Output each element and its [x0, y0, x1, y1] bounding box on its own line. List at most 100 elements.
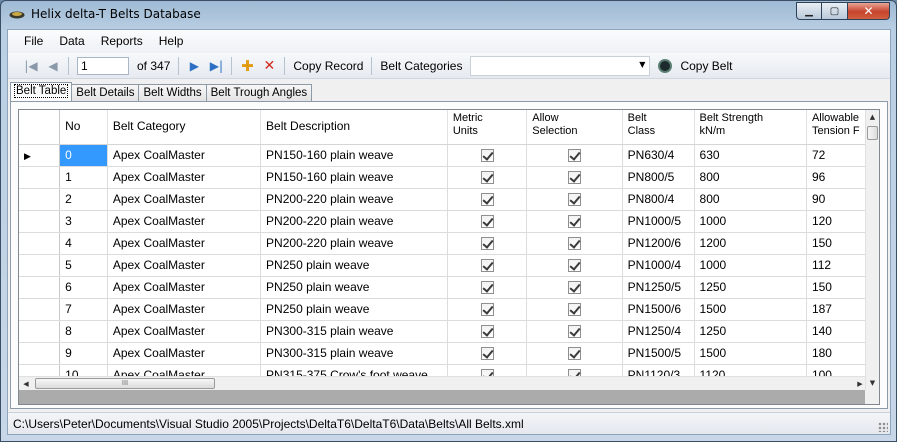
cell-description[interactable]: PN150-160 plain weave — [260, 166, 448, 189]
row-header[interactable] — [19, 342, 61, 365]
cell-strength[interactable]: 630 — [694, 144, 807, 167]
cell-metric[interactable] — [447, 232, 528, 255]
cell-tension[interactable]: 112 — [806, 254, 867, 277]
cell-description[interactable]: PN250 plain weave — [260, 254, 448, 277]
checkbox-allow[interactable] — [567, 347, 581, 361]
cell-class[interactable]: PN1250/5 — [622, 276, 695, 299]
row-header-corner[interactable] — [19, 110, 61, 145]
cell-description[interactable]: PN300-315 plain weave — [260, 342, 448, 365]
cell-strength[interactable]: 1250 — [694, 276, 807, 299]
cell-no[interactable]: 4 — [59, 232, 108, 255]
checkbox-allow[interactable] — [567, 259, 581, 273]
row-header[interactable] — [19, 320, 61, 343]
row-header[interactable] — [19, 298, 61, 321]
checkbox-metric[interactable] — [480, 149, 494, 163]
cell-strength[interactable]: 1500 — [694, 298, 807, 321]
vertical-scroll-thumb[interactable] — [867, 126, 878, 140]
cell-tension[interactable]: 180 — [806, 342, 867, 365]
cell-category[interactable]: Apex CoalMaster — [107, 166, 262, 189]
cell-class[interactable]: PN1500/6 — [622, 298, 695, 321]
cell-no[interactable]: 6 — [59, 276, 108, 299]
tab-belt-trough-angles[interactable]: Belt Trough Angles — [205, 84, 313, 102]
checkbox-allow[interactable] — [567, 149, 581, 163]
cell-no[interactable]: 3 — [59, 210, 108, 233]
cell-description[interactable]: PN150-160 plain weave — [260, 144, 448, 167]
scroll-left-icon[interactable]: ◀ — [19, 377, 33, 390]
checkbox-allow[interactable] — [567, 325, 581, 339]
cell-tension[interactable]: 120 — [806, 210, 867, 233]
move-next-icon[interactable]: ▶ — [183, 56, 205, 76]
cell-description[interactable]: PN200-220 plain weave — [260, 210, 448, 233]
cell-category[interactable]: Apex CoalMaster — [107, 232, 262, 255]
checkbox-metric[interactable] — [480, 347, 494, 361]
cell-metric[interactable] — [447, 210, 528, 233]
checkbox-metric[interactable] — [480, 259, 494, 273]
table-row[interactable]: ▶ 0 Apex CoalMaster PN150-160 plain weave PN… — [19, 144, 867, 167]
checkbox-metric[interactable] — [480, 325, 494, 339]
cell-category[interactable]: Apex CoalMaster — [107, 276, 262, 299]
menu-data[interactable]: Data — [51, 34, 92, 48]
menu-file[interactable]: File — [16, 34, 51, 48]
copy-record-button[interactable]: Copy Record — [289, 59, 367, 73]
chevron-down-icon[interactable]: ▼ — [639, 60, 645, 69]
belt-categories-combo[interactable]: ▼ — [470, 55, 651, 76]
vertical-scrollbar[interactable]: ▲ ▼ — [865, 110, 879, 390]
cell-class[interactable]: PN630/4 — [622, 144, 695, 167]
row-header[interactable] — [19, 276, 61, 299]
checkbox-metric[interactable] — [480, 193, 494, 207]
cell-no[interactable]: 5 — [59, 254, 108, 277]
cell-category[interactable]: Apex CoalMaster — [107, 210, 262, 233]
table-row[interactable]: 4 Apex CoalMaster PN200-220 plain weave PN1… — [19, 232, 867, 255]
checkbox-metric[interactable] — [480, 303, 494, 317]
row-header[interactable] — [19, 188, 61, 211]
minimize-button[interactable]: ▁ — [796, 2, 822, 20]
move-previous-icon[interactable]: ◀ — [42, 56, 64, 76]
cell-class[interactable]: PN1000/5 — [622, 210, 695, 233]
cell-no[interactable]: 1 — [59, 166, 108, 189]
checkbox-allow[interactable] — [567, 237, 581, 251]
cell-strength[interactable]: 800 — [694, 188, 807, 211]
column-header-description[interactable]: Belt Description — [260, 110, 448, 145]
checkbox-metric[interactable] — [480, 215, 494, 229]
cell-tension[interactable]: 140 — [806, 320, 867, 343]
tab-belt-details[interactable]: Belt Details — [71, 84, 140, 102]
position-input[interactable] — [77, 56, 129, 75]
horizontal-scrollbar[interactable]: ◀ III ▶ — [19, 376, 867, 390]
scroll-down-icon[interactable]: ▼ — [866, 376, 879, 390]
table-row[interactable]: 1 Apex CoalMaster PN150-160 plain weave PN8… — [19, 166, 867, 189]
cell-category[interactable]: Apex CoalMaster — [107, 298, 262, 321]
copy-belt-icon[interactable] — [658, 58, 673, 73]
cell-allow[interactable] — [526, 232, 623, 255]
horizontal-scroll-thumb[interactable]: III — [35, 378, 215, 389]
cell-category[interactable]: Apex CoalMaster — [107, 320, 262, 343]
menu-reports[interactable]: Reports — [93, 34, 151, 48]
cell-tension[interactable]: 150 — [806, 232, 867, 255]
cell-class[interactable]: PN1500/5 — [622, 342, 695, 365]
cell-strength[interactable]: 1000 — [694, 210, 807, 233]
delete-icon[interactable]: ✕ — [258, 56, 280, 76]
tab-belt-widths[interactable]: Belt Widths — [138, 84, 207, 102]
cell-description[interactable]: PN250 plain weave — [260, 298, 448, 321]
cell-strength[interactable]: 1200 — [694, 232, 807, 255]
cell-category[interactable]: Apex CoalMaster — [107, 254, 262, 277]
table-row[interactable]: 9 Apex CoalMaster PN300-315 plain weave PN1… — [19, 342, 867, 365]
cell-strength[interactable]: 1000 — [694, 254, 807, 277]
cell-description[interactable]: PN300-315 plain weave — [260, 320, 448, 343]
checkbox-allow[interactable] — [567, 215, 581, 229]
checkbox-metric[interactable] — [480, 281, 494, 295]
cell-allow[interactable] — [526, 320, 623, 343]
cell-no[interactable]: 2 — [59, 188, 108, 211]
table-row[interactable]: 8 Apex CoalMaster PN300-315 plain weave PN1… — [19, 320, 867, 343]
cell-metric[interactable] — [447, 254, 528, 277]
column-header-allow[interactable]: Allow Selection — [526, 110, 623, 145]
row-header[interactable] — [19, 254, 61, 277]
menu-help[interactable]: Help — [151, 34, 192, 48]
cell-class[interactable]: PN1000/4 — [622, 254, 695, 277]
row-header[interactable]: ▶ — [19, 144, 61, 167]
checkbox-allow[interactable] — [567, 281, 581, 295]
cell-metric[interactable] — [447, 166, 528, 189]
cell-metric[interactable] — [447, 342, 528, 365]
cell-allow[interactable] — [526, 276, 623, 299]
cell-strength[interactable]: 1250 — [694, 320, 807, 343]
column-header-tension[interactable]: Allowable Tension F — [806, 110, 867, 145]
